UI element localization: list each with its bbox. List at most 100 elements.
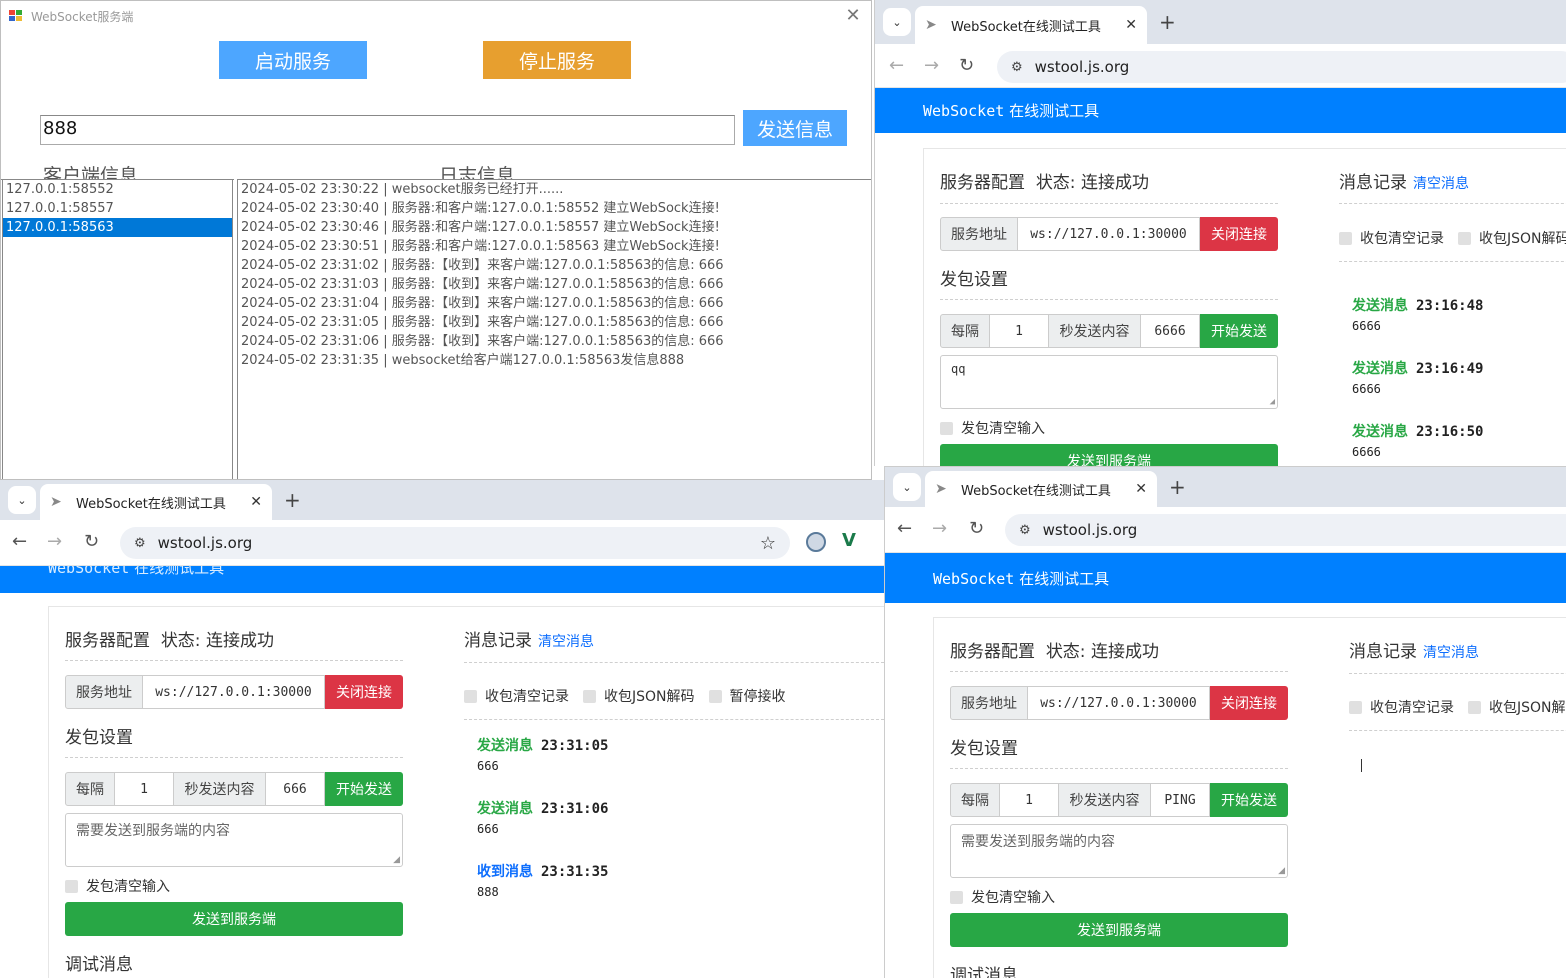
plus-icon[interactable]: + [284, 488, 301, 512]
close-icon[interactable]: ✕ [843, 5, 863, 26]
log-list[interactable]: 2024-05-02 23:30:22 | websocket服务已经打开...… [237, 179, 871, 479]
interval-input[interactable]: 1 [990, 314, 1049, 348]
client-list-item[interactable]: 127.0.0.1:58557 [3, 199, 232, 218]
receive-options: 收包清空记录 收包JSON解码 [1349, 697, 1566, 717]
app-icon [9, 10, 23, 22]
close-connection-button[interactable]: 关闭连接 [1210, 686, 1288, 720]
tab-websocket-tool[interactable]: ➤ WebSocket在线测试工具 ✕ [40, 484, 272, 520]
close-connection-button[interactable]: 关闭连接 [1200, 217, 1278, 251]
forward-icon[interactable]: → [924, 55, 939, 76]
divider [1339, 203, 1566, 204]
message-textarea[interactable]: 需要发送到服务端的内容 ◢ [65, 813, 403, 867]
clear-input-checkbox[interactable]: 发包清空输入 [65, 876, 170, 896]
clear-on-receive-label: 收包清空记录 [1370, 700, 1454, 716]
checkbox-icon[interactable] [950, 890, 963, 904]
close-icon[interactable]: ✕ [250, 494, 262, 510]
back-icon[interactable]: ← [897, 518, 912, 539]
checkbox-icon[interactable] [1339, 231, 1352, 245]
divider [940, 299, 1278, 300]
chevron-down-icon[interactable]: ⌄ [883, 8, 911, 36]
forward-icon[interactable]: → [47, 531, 62, 552]
tab-websocket-tool[interactable]: ➤ WebSocket在线测试工具 ✕ [915, 6, 1147, 44]
plus-icon[interactable]: + [1169, 475, 1186, 499]
server-address-input[interactable]: ws://127.0.0.1:30000 [143, 675, 325, 709]
site-settings-icon[interactable]: ⚙ [1019, 523, 1031, 538]
send-to-server-button[interactable]: 发送到服务端 [940, 444, 1278, 466]
send-content-input[interactable]: PING [1151, 783, 1210, 817]
sec-send-content-label: 秒发送内容 [1049, 314, 1141, 348]
start-send-button[interactable]: 开始发送 [325, 772, 403, 806]
reload-icon[interactable]: ↻ [969, 518, 984, 539]
message-input[interactable]: 888 [40, 115, 735, 145]
clear-input-checkbox[interactable]: 发包清空输入 [950, 887, 1055, 907]
checkbox-icon[interactable] [1458, 231, 1471, 245]
textarea-placeholder: 需要发送到服务端的内容 [961, 834, 1115, 850]
forward-icon[interactable]: → [932, 518, 947, 539]
clear-input-checkbox[interactable]: 发包清空输入 [940, 418, 1045, 438]
tab-websocket-tool[interactable]: ➤ WebSocket在线测试工具 ✕ [925, 471, 1157, 507]
tab-strip: ⌄ ➤ WebSocket在线测试工具 ✕ + [875, 0, 1566, 44]
address-bar[interactable]: ⚙ wstool.js.org ☆ [120, 527, 790, 559]
checkbox-icon[interactable] [1468, 700, 1481, 714]
checkbox-icon[interactable] [940, 421, 953, 435]
client-list-item[interactable]: 127.0.0.1:58563 [3, 218, 232, 237]
interval-input[interactable]: 1 [1000, 783, 1059, 817]
client-list-item[interactable]: 127.0.0.1:58552 [3, 180, 232, 199]
address-bar[interactable]: ⚙ wstool.js.org [997, 51, 1566, 83]
reload-icon[interactable]: ↻ [84, 531, 99, 552]
site-settings-icon[interactable]: ⚙ [1011, 60, 1023, 75]
site-header: WebSocket 在线测试工具 [0, 566, 884, 593]
message-value: 666 [477, 759, 499, 773]
chevron-down-icon[interactable]: ⌄ [8, 486, 36, 514]
send-message-button[interactable]: 发送信息 [743, 110, 847, 146]
site-settings-icon[interactable]: ⚙ [134, 536, 146, 551]
checkbox-icon[interactable] [583, 689, 596, 703]
plus-icon[interactable]: + [1159, 10, 1176, 34]
checkbox-icon[interactable] [1349, 700, 1362, 714]
back-icon[interactable]: ← [889, 55, 904, 76]
log-entry: 2024-05-02 23:30:40 | 服务器:和客户端:127.0.0.1… [241, 201, 720, 216]
clear-messages-link[interactable]: 清空消息 [1413, 176, 1469, 192]
star-icon[interactable]: ☆ [760, 533, 776, 554]
back-icon[interactable]: ← [12, 531, 27, 552]
clear-messages-link[interactable]: 清空消息 [1423, 645, 1479, 661]
send-to-server-button[interactable]: 发送到服务端 [65, 902, 403, 936]
send-content-input[interactable]: 6666 [1141, 314, 1200, 348]
server-address-group: 服务地址 ws://127.0.0.1:30000 关闭连接 [65, 675, 403, 709]
extension-icon[interactable] [806, 532, 826, 552]
message-textarea[interactable]: qq ◢ [940, 355, 1278, 409]
browser-window-top-right: ⌄ ➤ WebSocket在线测试工具 ✕ + ← → ↻ ⚙ wstool.j… [874, 0, 1566, 466]
start-send-button[interactable]: 开始发送 [1210, 783, 1288, 817]
reload-icon[interactable]: ↻ [959, 55, 974, 76]
receive-options: 收包清空记录 收包JSON解码 [1339, 228, 1566, 248]
resize-grip-icon[interactable]: ◢ [1270, 397, 1275, 407]
server-address-input[interactable]: ws://127.0.0.1:30000 [1018, 217, 1200, 251]
vue-devtools-icon[interactable]: V [842, 530, 856, 551]
server-address-group: 服务地址 ws://127.0.0.1:30000 关闭连接 [940, 217, 1278, 251]
divider [464, 719, 884, 720]
send-to-server-button[interactable]: 发送到服务端 [950, 913, 1288, 947]
address-bar[interactable]: ⚙ wstool.js.org [1005, 514, 1566, 546]
clear-messages-link[interactable]: 清空消息 [538, 634, 594, 650]
checkbox-icon[interactable] [65, 879, 78, 893]
client-list[interactable]: 127.0.0.1:58552 127.0.0.1:58557 127.0.0.1:… [2, 179, 233, 479]
close-icon[interactable]: ✕ [1125, 17, 1137, 33]
close-icon[interactable]: ✕ [1135, 481, 1147, 497]
message-textarea[interactable]: 需要发送到服务端的内容 ◢ [950, 824, 1288, 878]
url-text: wstool.js.org [1034, 58, 1130, 76]
send-content-input[interactable]: 666 [266, 772, 325, 806]
chevron-down-icon[interactable]: ⌄ [893, 473, 921, 501]
resize-grip-icon[interactable]: ◢ [393, 855, 400, 865]
log-entry: 2024-05-02 23:31:05 | 服务器:【收到】来客户端:127.0… [241, 315, 724, 330]
resize-grip-icon[interactable]: ◢ [1278, 866, 1285, 876]
log-entry: 2024-05-02 23:30:46 | 服务器:和客户端:127.0.0.1… [241, 220, 720, 235]
packet-settings-title: 发包设置 [940, 270, 1008, 290]
stop-service-button[interactable]: 停止服务 [483, 41, 631, 79]
server-address-input[interactable]: ws://127.0.0.1:30000 [1028, 686, 1210, 720]
checkbox-icon[interactable] [464, 689, 477, 703]
checkbox-icon[interactable] [708, 689, 722, 703]
start-service-button[interactable]: 启动服务 [219, 41, 367, 79]
start-send-button[interactable]: 开始发送 [1200, 314, 1278, 348]
close-connection-button[interactable]: 关闭连接 [325, 675, 403, 709]
interval-input[interactable]: 1 [115, 772, 174, 806]
